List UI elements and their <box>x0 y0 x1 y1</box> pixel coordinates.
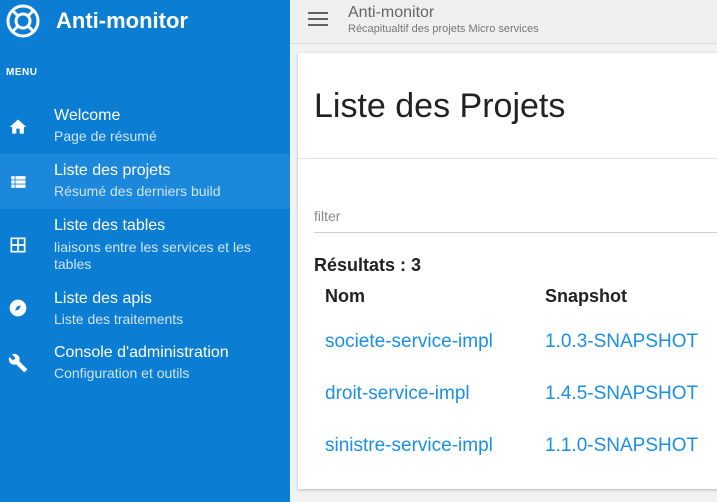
results-count: Résultats : 3 <box>314 255 422 275</box>
filter-field <box>314 203 717 233</box>
sidebar-item-subtitle: Liste des traitements <box>54 311 184 327</box>
divider <box>298 158 717 159</box>
sidebar-item-subtitle: Configuration et outils <box>54 365 190 381</box>
project-name-link[interactable]: societe-service-impl <box>325 331 493 353</box>
grid-icon <box>10 237 26 253</box>
sidebar-item-label: Welcome <box>54 107 121 124</box>
sidebar-item-subtitle: Page de résumé <box>54 128 157 144</box>
sidebar-item-label: Liste des tables <box>54 217 166 234</box>
lifebuoy-icon <box>6 4 40 38</box>
sidebar-item-label: Console d'administration <box>54 344 229 361</box>
wrench-icon <box>8 353 28 373</box>
sidebar-item-apis[interactable]: Liste des apis Liste des traitements <box>0 281 290 335</box>
project-snapshot-link[interactable]: 1.1.0-SNAPSHOT <box>545 435 698 457</box>
project-snapshot-link[interactable]: 1.0.3-SNAPSHOT <box>545 331 698 353</box>
header-subtitle: Récapitualtif des projets Micro services <box>348 23 539 35</box>
projects-card: Liste des Projets Résultats : 3 Nom Snap… <box>298 53 717 489</box>
home-icon <box>9 119 27 134</box>
column-header-nom: Nom <box>325 286 365 306</box>
project-name-link[interactable]: droit-service-impl <box>325 383 470 405</box>
sidebar-item-label: Liste des projets <box>54 162 171 179</box>
sidebar-item-tables[interactable]: Liste des tables liaisons entre les serv… <box>0 209 290 281</box>
header-bar: Anti-monitor Récapitualtif des projets M… <box>290 0 717 44</box>
sidebar-item-subtitle: Résumé des derniers build <box>54 183 221 199</box>
brand: Anti-monitor <box>0 0 290 44</box>
hamburger-icon[interactable] <box>308 12 328 28</box>
sidebar-item-welcome[interactable]: Welcome Page de résumé <box>0 100 290 154</box>
app-title: Anti-monitor <box>56 8 188 33</box>
sidebar-item-console[interactable]: Console d'administration Configuration e… <box>0 335 290 390</box>
project-snapshot-link[interactable]: 1.4.5-SNAPSHOT <box>545 383 698 405</box>
list-icon <box>11 176 26 188</box>
sidebar-item-projets[interactable]: Liste des projets Résumé des derniers bu… <box>0 154 290 209</box>
sidebar-item-subtitle: liaisons entre les services et les table… <box>54 239 251 272</box>
column-header-snapshot: Snapshot <box>545 286 628 306</box>
project-name-link[interactable]: sinistre-service-impl <box>325 435 493 457</box>
compass-icon <box>9 299 27 317</box>
sidebar-item-label: Liste des apis <box>54 290 152 307</box>
page-title: Liste des Projets <box>314 87 566 125</box>
sidebar: Anti-monitor MENU Welcome Page de résumé… <box>0 0 290 502</box>
filter-input[interactable] <box>314 203 717 229</box>
header-title: Anti-monitor <box>348 4 435 21</box>
menu-header: MENU <box>6 67 38 78</box>
